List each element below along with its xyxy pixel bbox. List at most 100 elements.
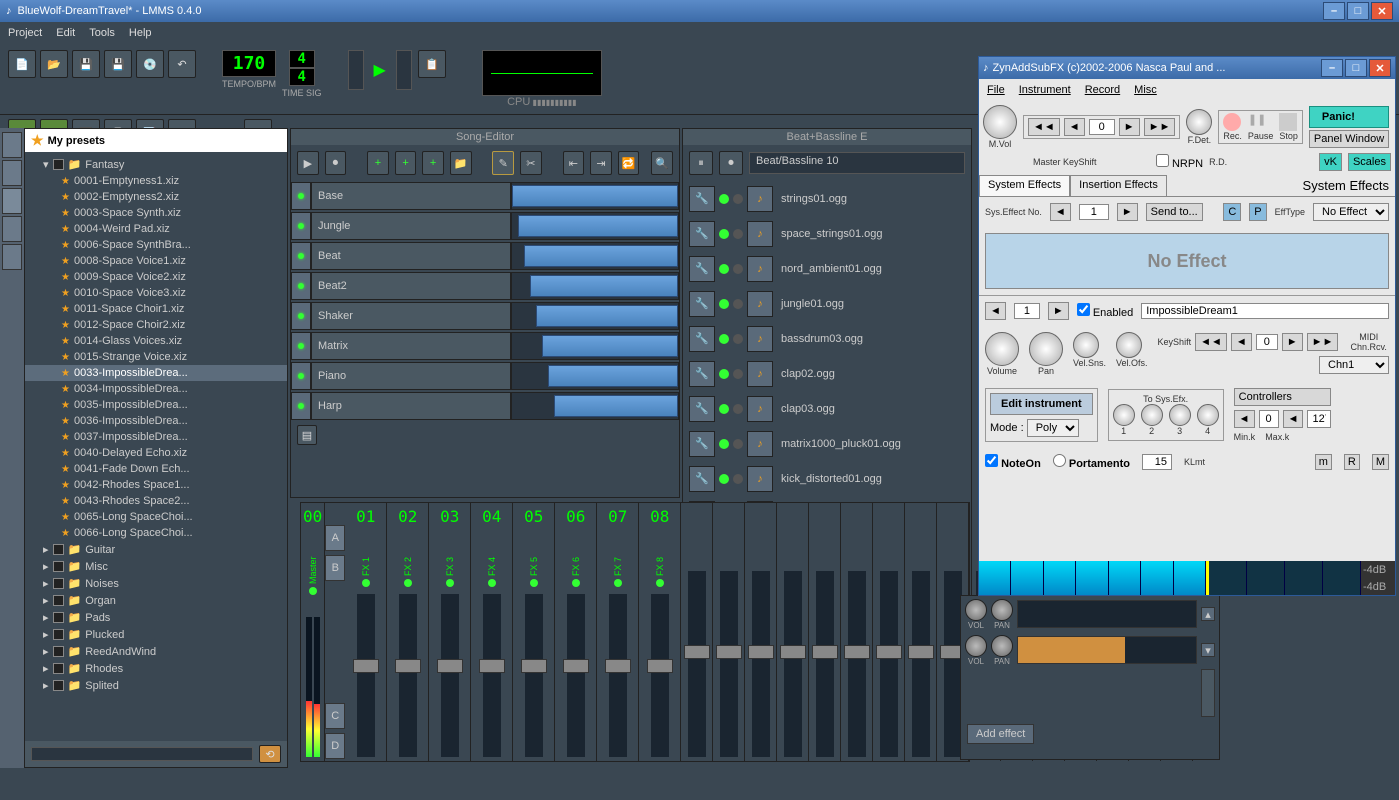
mode-select[interactable]: Poly — [1027, 419, 1079, 437]
rec-button[interactable] — [1223, 113, 1241, 131]
mixer-channel[interactable]: 02FX 2 — [387, 503, 429, 761]
nrpn-checkbox[interactable] — [1156, 154, 1169, 167]
preset-file[interactable]: ★ 0041-Fade Down Ech... — [25, 461, 287, 477]
klmt-input[interactable] — [1142, 454, 1172, 470]
m-button[interactable]: m — [1315, 454, 1332, 470]
zyn-menu-file[interactable]: File — [987, 84, 1005, 96]
bb-solo-led[interactable] — [733, 369, 743, 379]
sysefx-knob[interactable] — [1113, 404, 1135, 426]
pattern-up[interactable]: ▴ — [1201, 607, 1215, 621]
mixer-channel[interactable]: 05FX 5 — [513, 503, 555, 761]
zyn-keyboard-scroll[interactable]: -4dB -4dB — [979, 561, 1395, 595]
tree-folder[interactable]: ▸ 📁 Guitar — [25, 541, 287, 558]
part-dec[interactable]: ◄ — [985, 302, 1006, 320]
bb-wrench-icon[interactable]: 🔧 — [689, 396, 715, 422]
zyn-menu-misc[interactable]: Misc — [1134, 84, 1157, 96]
new-button[interactable]: 📄 — [8, 50, 36, 78]
tree-folder[interactable]: ▸ 📁 Noises — [25, 575, 287, 592]
mink-input[interactable] — [1259, 410, 1279, 428]
tempo-display[interactable]: 170 — [222, 50, 276, 77]
preset-file[interactable]: ★ 0034-ImpossibleDrea... — [25, 381, 287, 397]
mixer-channel[interactable]: 04FX 4 — [471, 503, 513, 761]
bb-wrench-icon[interactable]: 🔧 — [689, 466, 715, 492]
maximize-button[interactable]: □ — [1347, 2, 1369, 20]
pattern-1[interactable] — [1017, 600, 1197, 628]
side-tab-presets[interactable] — [2, 188, 22, 214]
edit-instrument-button[interactable]: Edit instrument — [990, 393, 1093, 415]
vk-button[interactable]: vK — [1319, 153, 1342, 171]
ch-led[interactable] — [362, 579, 370, 587]
bb-mute-led[interactable] — [719, 194, 729, 204]
tree-folder[interactable]: ▸ 📁 Rhodes — [25, 660, 287, 677]
maxk-input[interactable] — [1307, 410, 1331, 428]
sendto-button[interactable]: Send to... — [1146, 203, 1203, 221]
part-no-input[interactable] — [1014, 303, 1040, 319]
keyshift-dec1[interactable]: ◄ — [1064, 118, 1085, 136]
export-button[interactable]: 💿 — [136, 50, 164, 78]
ch-led[interactable] — [572, 579, 580, 587]
syseff-no-input[interactable] — [1079, 204, 1109, 220]
preset-file[interactable]: ★ 0004-Weird Pad.xiz — [25, 221, 287, 237]
save-button[interactable]: 💾 — [72, 50, 100, 78]
mixer-channel[interactable]: 07FX 7 — [597, 503, 639, 761]
bb-solo-led[interactable] — [733, 194, 743, 204]
sysefx-knob[interactable] — [1141, 404, 1163, 426]
mixer-channel[interactable]: 01FX 1 — [345, 503, 387, 761]
fdet-knob[interactable] — [1186, 109, 1212, 135]
ks2-dec[interactable]: ◄ — [1231, 333, 1252, 351]
bb-mute-led[interactable] — [719, 334, 729, 344]
play-button[interactable]: ▶ — [297, 151, 319, 175]
bb-sample-name[interactable]: clap03.ogg — [777, 403, 965, 415]
pan-knob-2[interactable] — [991, 635, 1013, 657]
zoom-button[interactable]: 🔍 — [651, 151, 673, 175]
sample-icon[interactable]: ♪ — [747, 221, 773, 247]
track-name[interactable]: Beat2 — [311, 272, 511, 300]
velofs-knob[interactable] — [1116, 332, 1142, 358]
part-name-input[interactable] — [1141, 303, 1389, 319]
pattern-2[interactable] — [1017, 636, 1197, 664]
side-tab-computer[interactable] — [2, 244, 22, 270]
track-content[interactable] — [511, 332, 679, 360]
preset-file[interactable]: ★ 0001-Emptyness1.xiz — [25, 173, 287, 189]
mixer-channel-extra[interactable] — [777, 503, 809, 761]
preset-file[interactable]: ★ 0015-Strange Voice.xiz — [25, 349, 287, 365]
timesig-den[interactable]: 4 — [289, 68, 315, 86]
draw-mode-button[interactable]: ✎ — [492, 151, 514, 175]
tab-insertion-effects[interactable]: Insertion Effects — [1070, 175, 1167, 196]
bb-play-button[interactable]: ⏸ — [689, 151, 713, 175]
ch-led[interactable] — [404, 579, 412, 587]
track-content[interactable] — [511, 302, 679, 330]
preset-file[interactable]: ★ 0008-Space Voice1.xiz — [25, 253, 287, 269]
fader[interactable] — [720, 571, 738, 757]
bb-sample-name[interactable]: clap02.ogg — [777, 368, 965, 380]
track-name[interactable]: Beat — [311, 242, 511, 270]
add-automation-button[interactable]: + — [422, 151, 444, 175]
bb-solo-led[interactable] — [733, 334, 743, 344]
ch-led[interactable] — [488, 579, 496, 587]
bb-mute-led[interactable] — [719, 404, 729, 414]
side-tab-home[interactable] — [2, 216, 22, 242]
bb-mute-led[interactable] — [719, 439, 729, 449]
timesig-num[interactable]: 4 — [289, 50, 315, 68]
edit-mode-button[interactable]: ✂ — [520, 151, 542, 175]
preset-file[interactable]: ★ 0006-Space SynthBra... — [25, 237, 287, 253]
track-handle[interactable] — [291, 332, 311, 360]
mixer-channel[interactable]: 03FX 3 — [429, 503, 471, 761]
volume-knob[interactable] — [985, 332, 1019, 366]
panic-button[interactable]: Panic! — [1309, 106, 1389, 128]
fader[interactable] — [784, 571, 802, 757]
tree-folder[interactable]: ▾ 📁 Fantasy — [25, 156, 287, 173]
track-name[interactable]: Base — [311, 182, 511, 210]
sample-icon[interactable]: ♪ — [747, 361, 773, 387]
tab-system-effects[interactable]: System Effects — [979, 175, 1070, 196]
track-content[interactable] — [511, 362, 679, 390]
bb-wrench-icon[interactable]: 🔧 — [689, 221, 715, 247]
zyn-min-button[interactable]: – — [1321, 59, 1343, 77]
ks2-input[interactable] — [1256, 334, 1278, 350]
add-bb-track-button[interactable]: + — [367, 151, 389, 175]
fader[interactable] — [525, 594, 543, 757]
fader[interactable] — [880, 571, 898, 757]
bb-solo-led[interactable] — [733, 474, 743, 484]
ch-led[interactable] — [446, 579, 454, 587]
bb-solo-led[interactable] — [733, 264, 743, 274]
